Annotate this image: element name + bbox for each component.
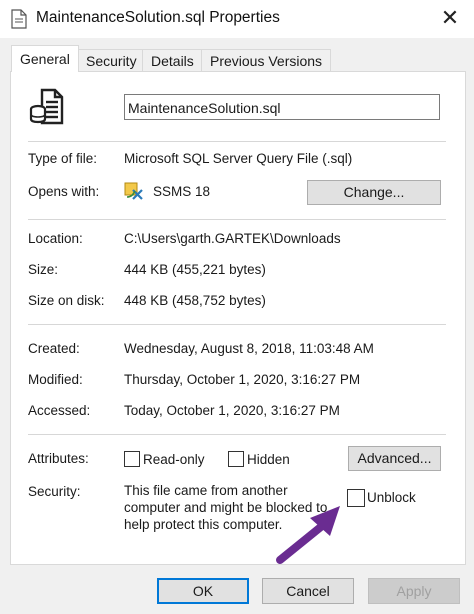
readonly-label: Read-only xyxy=(143,452,205,467)
arrow-annotation xyxy=(276,506,340,564)
location-label: Location: xyxy=(28,231,83,246)
modified-value: Thursday, October 1, 2020, 3:16:27 PM xyxy=(124,372,361,387)
size-on-disk-label: Size on disk: xyxy=(28,293,105,308)
created-value: Wednesday, August 8, 2018, 11:03:48 AM xyxy=(124,341,374,356)
divider xyxy=(28,324,446,325)
attributes-label: Attributes: xyxy=(28,451,89,466)
divider xyxy=(28,219,446,220)
size-on-disk-value: 448 KB (458,752 bytes) xyxy=(124,293,266,308)
tab-details[interactable]: Details xyxy=(142,49,203,72)
location-value: C:\Users\garth.GARTEK\Downloads xyxy=(124,231,341,246)
change-button[interactable]: Change... xyxy=(307,180,441,205)
accessed-label: Accessed: xyxy=(28,403,91,418)
modified-label: Modified: xyxy=(28,372,83,387)
ssms-icon xyxy=(124,182,143,200)
tab-general[interactable]: General xyxy=(11,45,79,72)
accessed-value: Today, October 1, 2020, 3:16:27 PM xyxy=(124,403,340,418)
sql-file-icon xyxy=(29,88,64,125)
hidden-label: Hidden xyxy=(247,452,290,467)
tab-previous-versions[interactable]: Previous Versions xyxy=(201,49,332,72)
divider xyxy=(28,434,446,435)
unblock-label: Unblock xyxy=(367,490,416,505)
apply-button[interactable]: Apply xyxy=(368,578,460,604)
readonly-checkbox[interactable] xyxy=(124,451,140,467)
size-value: 444 KB (455,221 bytes) xyxy=(124,262,266,277)
opens-with-label: Opens with: xyxy=(28,184,100,199)
filename-field[interactable]: MaintenanceSolution.sql xyxy=(124,94,440,120)
security-label: Security: xyxy=(28,484,81,499)
type-of-file-label: Type of file: xyxy=(28,151,98,166)
tab-security[interactable]: Security xyxy=(77,49,146,72)
advanced-button[interactable]: Advanced... xyxy=(348,446,441,471)
window-title: MaintenanceSolution.sql Properties xyxy=(36,9,280,26)
created-label: Created: xyxy=(28,341,80,356)
ok-button[interactable]: OK xyxy=(157,578,249,604)
type-of-file-value: Microsoft SQL Server Query File (.sql) xyxy=(124,151,353,166)
divider xyxy=(28,141,446,142)
cancel-button[interactable]: Cancel xyxy=(262,578,354,604)
hidden-checkbox[interactable] xyxy=(228,451,244,467)
file-icon xyxy=(11,9,27,29)
opens-with-value: SSMS 18 xyxy=(153,184,211,199)
close-icon[interactable]: ✕ xyxy=(435,3,465,33)
size-label: Size: xyxy=(28,262,59,277)
